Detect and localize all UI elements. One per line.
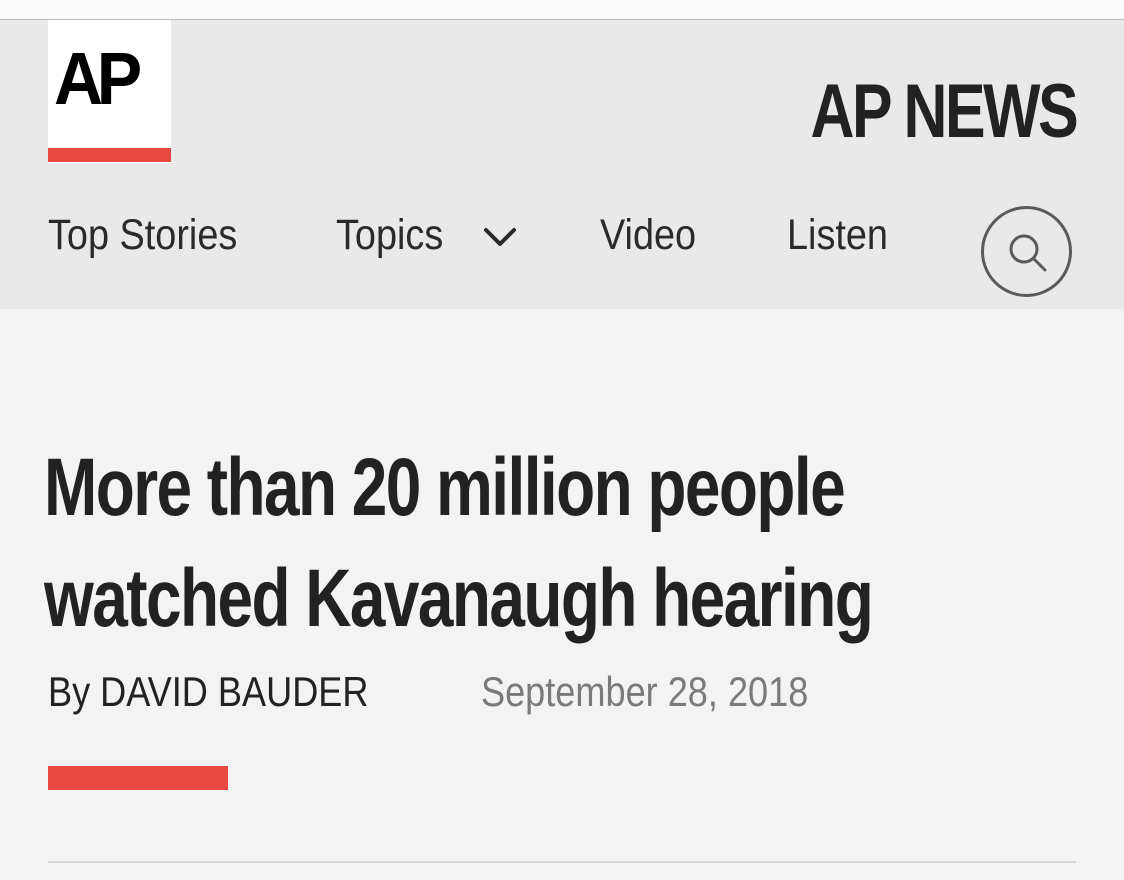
article-byline[interactable]: By DAVID BAUDER (48, 666, 368, 718)
chevron-down-icon[interactable] (483, 227, 517, 247)
content-divider (48, 861, 1076, 863)
browser-top-strip (0, 0, 1124, 20)
ap-logo[interactable]: AP (48, 20, 171, 163)
article-accent-bar (48, 766, 228, 790)
logo-accent-bar (48, 148, 171, 162)
nav-topics[interactable]: Topics (336, 205, 443, 265)
ap-logo-text: AP (54, 37, 142, 120)
search-icon (1009, 234, 1047, 272)
article-date: September 28, 2018 (481, 668, 809, 715)
nav-video[interactable]: Video (600, 205, 696, 265)
site-name[interactable]: AP NEWS (810, 74, 1078, 150)
article-headline: More than 20 million people watched Kava… (44, 442, 874, 644)
site-header: AP AP NEWS Top Stories Topics Video List… (0, 20, 1124, 309)
search-button[interactable] (981, 206, 1072, 297)
nav-top-stories[interactable]: Top Stories (48, 205, 237, 265)
nav-listen[interactable]: Listen (787, 205, 888, 265)
